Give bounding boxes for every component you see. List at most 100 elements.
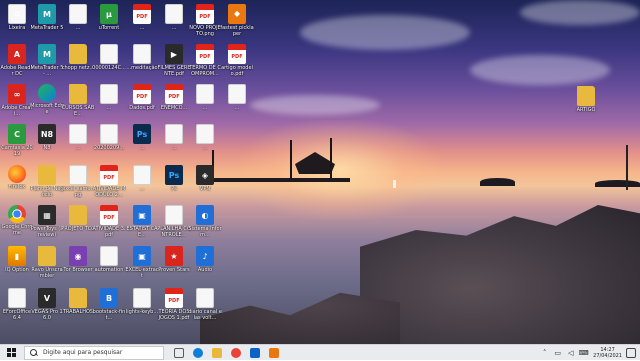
desktop-icon-label: ... bbox=[139, 186, 145, 192]
desktop-icon[interactable]: ... bbox=[158, 122, 190, 162]
desktop-icon[interactable]: ... bbox=[62, 122, 94, 162]
desktop-icon[interactable]: M MetaTrader 5 - ... bbox=[31, 42, 63, 82]
desktop-icon[interactable]: ... bbox=[93, 82, 125, 122]
desktop-icon[interactable]: Ps Ps bbox=[158, 163, 190, 203]
desktop-icon[interactable]: ... bbox=[126, 163, 158, 203]
desktop-icon[interactable]: ▮ IQ Option bbox=[1, 244, 33, 284]
desktop-icon[interactable]: V VEGAS Pro 16.0 bbox=[31, 286, 63, 326]
app-icon: ▣ bbox=[133, 205, 151, 225]
desktop-icon[interactable]: PDF ATIVIDADE 3.pdf bbox=[92, 203, 126, 243]
search-input[interactable]: Digite aqui para pesquisar bbox=[24, 345, 164, 360]
taskbar-button[interactable] bbox=[190, 345, 206, 361]
desktop-icon[interactable]: PROJETO TCC bbox=[61, 203, 95, 243]
desktop-icon[interactable]: PDF artigo modelo.pdf bbox=[221, 42, 253, 82]
desktop-icon[interactable]: ▦ PowerToys (Preview) bbox=[31, 203, 63, 243]
desktop-icon[interactable]: ... bbox=[221, 82, 253, 122]
movie-icon: ▶ bbox=[165, 44, 183, 64]
volume-icon[interactable]: ◁ bbox=[566, 348, 575, 357]
star-icon: ★ bbox=[165, 246, 183, 266]
taskbar-button[interactable] bbox=[228, 345, 244, 361]
start-button[interactable] bbox=[0, 345, 22, 361]
notification-icon[interactable] bbox=[626, 347, 636, 358]
desktop-icon[interactable]: lights-keyb... bbox=[126, 286, 158, 326]
desktop-icon[interactable]: ◈ VPN bbox=[189, 163, 221, 203]
desktop-icon[interactable]: diário canal elas volt... bbox=[188, 286, 222, 326]
photoshop-icon: Ps bbox=[133, 124, 151, 144]
metatrader-icon: M bbox=[38, 4, 56, 24]
desktop-icon[interactable]: Microsoft Edge bbox=[30, 82, 64, 122]
desktop-icon[interactable]: ARTIGO bbox=[570, 84, 602, 124]
desktop-icon-label: artigo modelo.pdf bbox=[221, 65, 253, 77]
taskbar-button[interactable] bbox=[247, 345, 263, 361]
desktop-icon[interactable]: Firefox bbox=[1, 163, 33, 203]
taskbar-button[interactable] bbox=[266, 345, 282, 361]
desktop-icon-label: fastest picklaper bbox=[220, 25, 254, 37]
desktop-icon[interactable]: ∞ Adobe Creati... bbox=[1, 82, 33, 122]
desktop-icon[interactable]: ◐ Sistema Inform... bbox=[188, 203, 222, 243]
desktop-icon[interactable]: automation bbox=[93, 244, 125, 284]
desktop-icon-label: ... bbox=[234, 105, 240, 111]
chevron-up-icon[interactable]: ˄ bbox=[540, 348, 549, 357]
desktop-icon[interactable]: Ravo Unscrambler bbox=[31, 244, 63, 284]
desktop-icon[interactable]: ◉ Tor Browser bbox=[62, 244, 94, 284]
desktop-icon[interactable]: μ uTorrent bbox=[93, 2, 125, 42]
desktop-icon[interactable]: CURSOS SABE... bbox=[62, 82, 94, 122]
desktop-icon[interactable]: Bbootstack-fint... bbox=[93, 286, 125, 326]
desktop-icon-label: Tor Browser bbox=[63, 267, 93, 273]
desktop-icon-label: ... bbox=[171, 145, 177, 151]
desktop-icon[interactable]: 00000124C... bbox=[92, 42, 126, 82]
desktop-icon-label: IQ Option bbox=[5, 267, 29, 273]
desktop-icon[interactable]: chopp netz... bbox=[62, 42, 94, 82]
desktop-icon[interactable]: ... bbox=[189, 122, 221, 162]
tor-icon: ◉ bbox=[69, 246, 87, 266]
desktop-icon-label: 00000124C... bbox=[92, 65, 126, 71]
desktop-icon[interactable]: M MetaTrader 5 bbox=[31, 2, 63, 42]
desktop-icon[interactable]: PDF Dados.pdf bbox=[126, 82, 158, 122]
desktop-icon[interactable]: ▶ FILMES GERENTE.pdf bbox=[157, 42, 191, 82]
desktop-icon[interactable]: 20200209... bbox=[93, 122, 125, 162]
desktop-icon-label: ... bbox=[139, 25, 145, 31]
desktop-icon[interactable]: ⬥ fastest picklaper bbox=[220, 2, 254, 42]
search-placeholder: Digite aqui para pesquisar bbox=[43, 349, 123, 356]
desktop-icon-label: Plano de Negócio bbox=[30, 186, 64, 198]
chrome-icon bbox=[8, 205, 26, 223]
desktop-icon[interactable]: N8 N8 bbox=[31, 122, 63, 162]
document-icon bbox=[100, 246, 118, 266]
desktop-icon[interactable]: PDF ENEMCO... bbox=[158, 82, 190, 122]
language-icon[interactable]: ⌨ bbox=[579, 348, 589, 357]
desktop-icon[interactable]: PDF ATIVIDADE MÓDULO 2... bbox=[93, 163, 125, 203]
firefox-icon bbox=[8, 165, 26, 183]
desktop-icon[interactable]: ★ Proven Stars bbox=[158, 244, 190, 284]
desktop-icon[interactable]: ...meditação bbox=[126, 42, 158, 82]
desktop-icon[interactable]: C Camtasia 2019 bbox=[1, 122, 33, 162]
network-icon[interactable]: ▭ bbox=[553, 348, 562, 357]
taskbar-button[interactable] bbox=[171, 345, 187, 361]
desktop-icon[interactable]: ... bbox=[158, 2, 190, 42]
desktop-icon[interactable]: ♻ Lixeira bbox=[1, 2, 33, 42]
desktop-icon[interactable]: EForcOffice 6.4 bbox=[1, 286, 33, 326]
pdf-icon: PDF bbox=[133, 84, 151, 104]
desktop-icon-grid: ♻ Lixeira A Adobe Reader DC ∞ Adobe Creati...… bbox=[0, 0, 640, 344]
clock[interactable]: 14:27 27/04/2021 bbox=[593, 347, 622, 359]
desktop-icon[interactable]: PDF... bbox=[126, 2, 158, 42]
desktop-icon[interactable]: Plano de Negócio bbox=[30, 163, 64, 203]
desktop-icon-label: ... bbox=[106, 105, 112, 111]
desktop-icon[interactable]: ... bbox=[62, 2, 94, 42]
desktop-icon[interactable]: PDF TERMO DE COMPROM... bbox=[189, 42, 221, 82]
desktop-icon[interactable]: ♪ Audio bbox=[189, 244, 221, 284]
desktop-icon[interactable]: excel samu..pg bbox=[62, 163, 94, 203]
desktop-icon[interactable]: ▣ EXCEL-extract bbox=[125, 244, 159, 284]
document-icon bbox=[69, 124, 87, 144]
taskbar-button[interactable] bbox=[209, 345, 225, 361]
desktop-icon[interactable]: Ps... bbox=[126, 122, 158, 162]
desktop-icon[interactable]: PDF NOVO PROJETO.png bbox=[189, 2, 221, 42]
desktop-icon[interactable]: PLANILHA CONTROLE... bbox=[157, 203, 191, 243]
desktop-icon[interactable]: ... bbox=[189, 82, 221, 122]
desktop-icon[interactable]: ▣ ESTATÍSTICA E... bbox=[126, 203, 158, 243]
desktop-icon[interactable]: TRABALHOS bbox=[62, 286, 94, 326]
desktop-icon-label: ...meditação bbox=[126, 65, 158, 71]
desktop-icon[interactable]: Google Chrome bbox=[1, 203, 33, 243]
desktop-icon-label: ... bbox=[75, 145, 81, 151]
desktop-icon[interactable]: PDF TEORIA DOS JOGOS 1.pdf bbox=[158, 286, 190, 326]
desktop-icon[interactable]: A Adobe Reader DC bbox=[0, 42, 34, 82]
